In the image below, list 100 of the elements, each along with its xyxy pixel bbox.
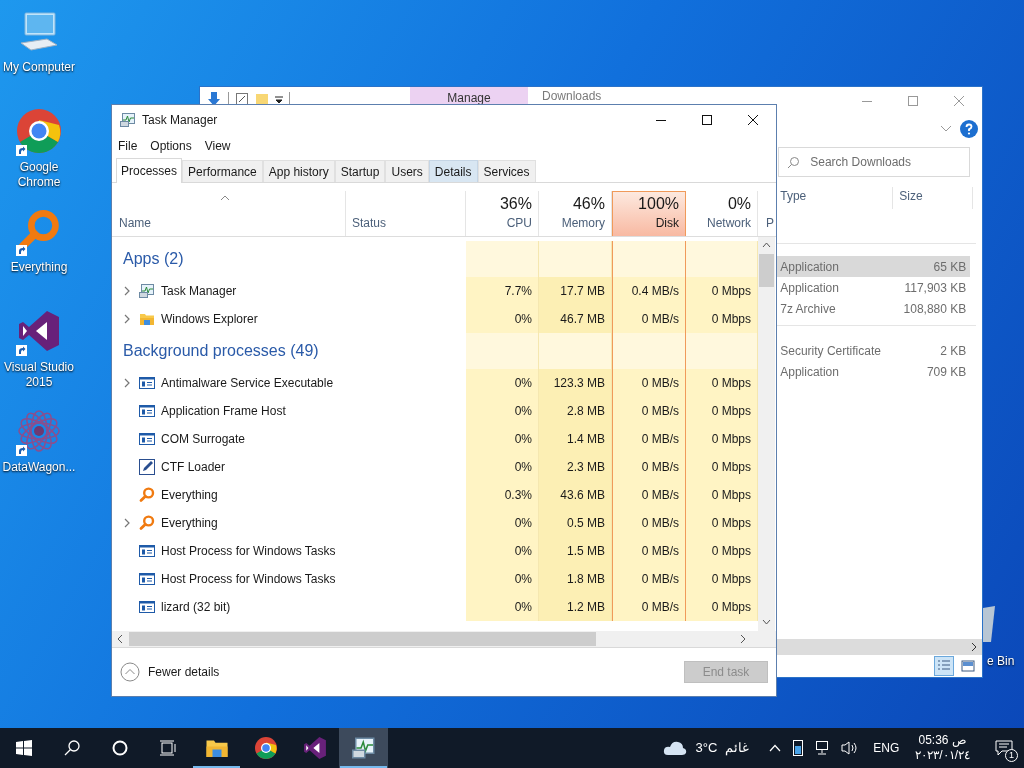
sort-caret-icon[interactable] <box>220 195 230 201</box>
file-row[interactable]: 7z Archive 108,880 KB <box>776 298 971 319</box>
chrome-icon <box>253 736 278 760</box>
visual-studio-icon <box>17 309 61 353</box>
vertical-scrollbar[interactable] <box>758 237 775 631</box>
table-cell: 0 MB/s <box>612 305 686 333</box>
table-cell: 0 MB/s <box>612 453 686 481</box>
process-name[interactable]: Application Frame Host <box>161 402 286 420</box>
table-cell: 1.4 MB <box>539 425 612 453</box>
process-name[interactable]: Windows Explorer <box>161 310 258 328</box>
table-cell: 17.7 MB <box>539 277 612 305</box>
process-name[interactable]: Antimalware Service Executable <box>161 374 334 392</box>
tab[interactable]: App history <box>262 160 335 182</box>
table-cell: 0% <box>466 509 539 537</box>
desktop-icon-label[interactable]: e Bin <box>987 652 1015 670</box>
desktop-icon-label[interactable]: Visual Studio 2015 <box>0 360 78 390</box>
expand-chevron-icon[interactable] <box>123 314 131 324</box>
process-name[interactable]: Task Manager <box>161 282 237 300</box>
process-name[interactable]: Everything <box>161 486 218 504</box>
ribbon-tab[interactable]: Manage <box>410 87 528 105</box>
table-cell: 0 Mbps <box>686 481 758 509</box>
table-cell: 0 MB/s <box>612 397 686 425</box>
desktop-icon-label[interactable]: DataWagon... <box>0 460 78 475</box>
file-row[interactable]: Application 117,903 KB <box>776 277 971 298</box>
chevron-up-icon[interactable] <box>769 744 782 752</box>
download-arrow-icon[interactable] <box>206 91 222 107</box>
scroll-thumb[interactable] <box>759 254 774 287</box>
fewer-details-button[interactable]: Fewer details <box>120 662 220 682</box>
table-cell: 1.8 MB <box>539 565 612 593</box>
column-header[interactable]: 100% Disk <box>612 191 686 236</box>
tab[interactable]: Processes <box>116 158 183 183</box>
table-cell: 0% <box>466 397 539 425</box>
column-header[interactable]: Size <box>893 187 974 209</box>
cloud-icon[interactable] <box>663 740 688 756</box>
magnifier-icon <box>139 515 155 531</box>
temperature-text[interactable]: 3°C <box>695 738 718 758</box>
group-heading: Apps (2) <box>123 249 184 269</box>
weather-text[interactable]: غائم <box>725 738 750 758</box>
search-field[interactable]: Search Downloads <box>778 147 971 177</box>
properties-icon[interactable] <box>235 92 249 106</box>
table-cell: 0% <box>466 537 539 565</box>
tab[interactable]: Services <box>477 160 536 182</box>
chevron-down-icon[interactable] <box>940 125 952 133</box>
process-name[interactable]: CTF Loader <box>161 458 226 476</box>
notification-button[interactable]: 1 <box>984 728 1024 768</box>
table-cell: 0 MB/s <box>612 593 686 621</box>
clock-time[interactable]: 05:36 ص <box>918 733 967 748</box>
shortcut-arrow-icon <box>16 145 27 156</box>
help-icon[interactable] <box>960 120 978 138</box>
menu-item[interactable]: View <box>204 137 231 155</box>
clock-date[interactable]: ٢٠٢٣/٠١/٢٤ <box>915 748 970 763</box>
language-indicator[interactable]: ENG <box>873 739 900 757</box>
table-cell: 0% <box>466 593 539 621</box>
tab[interactable]: Performance <box>182 160 263 182</box>
speaker-icon[interactable] <box>841 740 860 756</box>
folder-icon <box>139 311 155 327</box>
table-cell: 46.7 MB <box>539 305 612 333</box>
table-cell: 0 MB/s <box>612 509 686 537</box>
tab[interactable]: Details <box>428 160 478 182</box>
column-header[interactable]: Status <box>352 214 387 232</box>
table-cell: 2.8 MB <box>539 397 612 425</box>
task-view-icon <box>159 740 177 756</box>
battery-icon[interactable] <box>793 740 804 756</box>
horizontal-scrollbar[interactable] <box>776 639 982 655</box>
scroll-thumb[interactable] <box>129 632 596 646</box>
process-name[interactable]: lizard (32 bit) <box>161 598 231 616</box>
process-name[interactable]: Everything <box>161 514 218 532</box>
table-cell: 1.5 MB <box>539 537 612 565</box>
expand-chevron-icon[interactable] <box>123 518 131 528</box>
table-cell: 0% <box>466 369 539 397</box>
table-cell: 0% <box>466 453 539 481</box>
file-row[interactable]: Application 709 KB <box>776 361 971 382</box>
expand-chevron-icon[interactable] <box>123 378 131 388</box>
taskbar-app-button[interactable] <box>339 728 388 768</box>
table-cell: 0 Mbps <box>686 397 758 425</box>
process-name[interactable]: COM Surrogate <box>161 430 246 448</box>
table-cell: 123.3 MB <box>539 369 612 397</box>
column-header[interactable]: Name <box>119 214 151 232</box>
table-cell: 0 Mbps <box>686 277 758 305</box>
folder-icon[interactable] <box>255 92 269 106</box>
table-cell: 0 Mbps <box>686 509 758 537</box>
expand-chevron-icon[interactable] <box>123 286 131 296</box>
file-row[interactable]: Application 65 KB <box>776 256 971 277</box>
table-cell: 0 Mbps <box>686 425 758 453</box>
dropdown-icon[interactable] <box>275 94 283 104</box>
process-name[interactable]: Host Process for Windows Tasks <box>161 570 336 588</box>
table-cell: 0.4 MB/s <box>612 277 686 305</box>
file-row[interactable]: Security Certificate 2 KB <box>776 340 971 361</box>
process-name[interactable]: Host Process for Windows Tasks <box>161 542 336 560</box>
menu-item[interactable]: File <box>118 137 138 155</box>
column-header[interactable]: 36% CPU <box>466 191 539 236</box>
collapse-chevron-icon <box>120 662 140 682</box>
horizontal-scrollbar[interactable] <box>112 631 776 647</box>
menu-item[interactable]: Options <box>150 137 192 155</box>
tab[interactable]: Users <box>385 160 429 182</box>
table-cell: 0% <box>466 305 539 333</box>
tab[interactable]: Startup <box>334 160 386 182</box>
column-header[interactable]: 0% Network <box>686 191 758 236</box>
column-header[interactable]: P <box>766 214 774 232</box>
windows-logo-icon <box>16 740 32 756</box>
